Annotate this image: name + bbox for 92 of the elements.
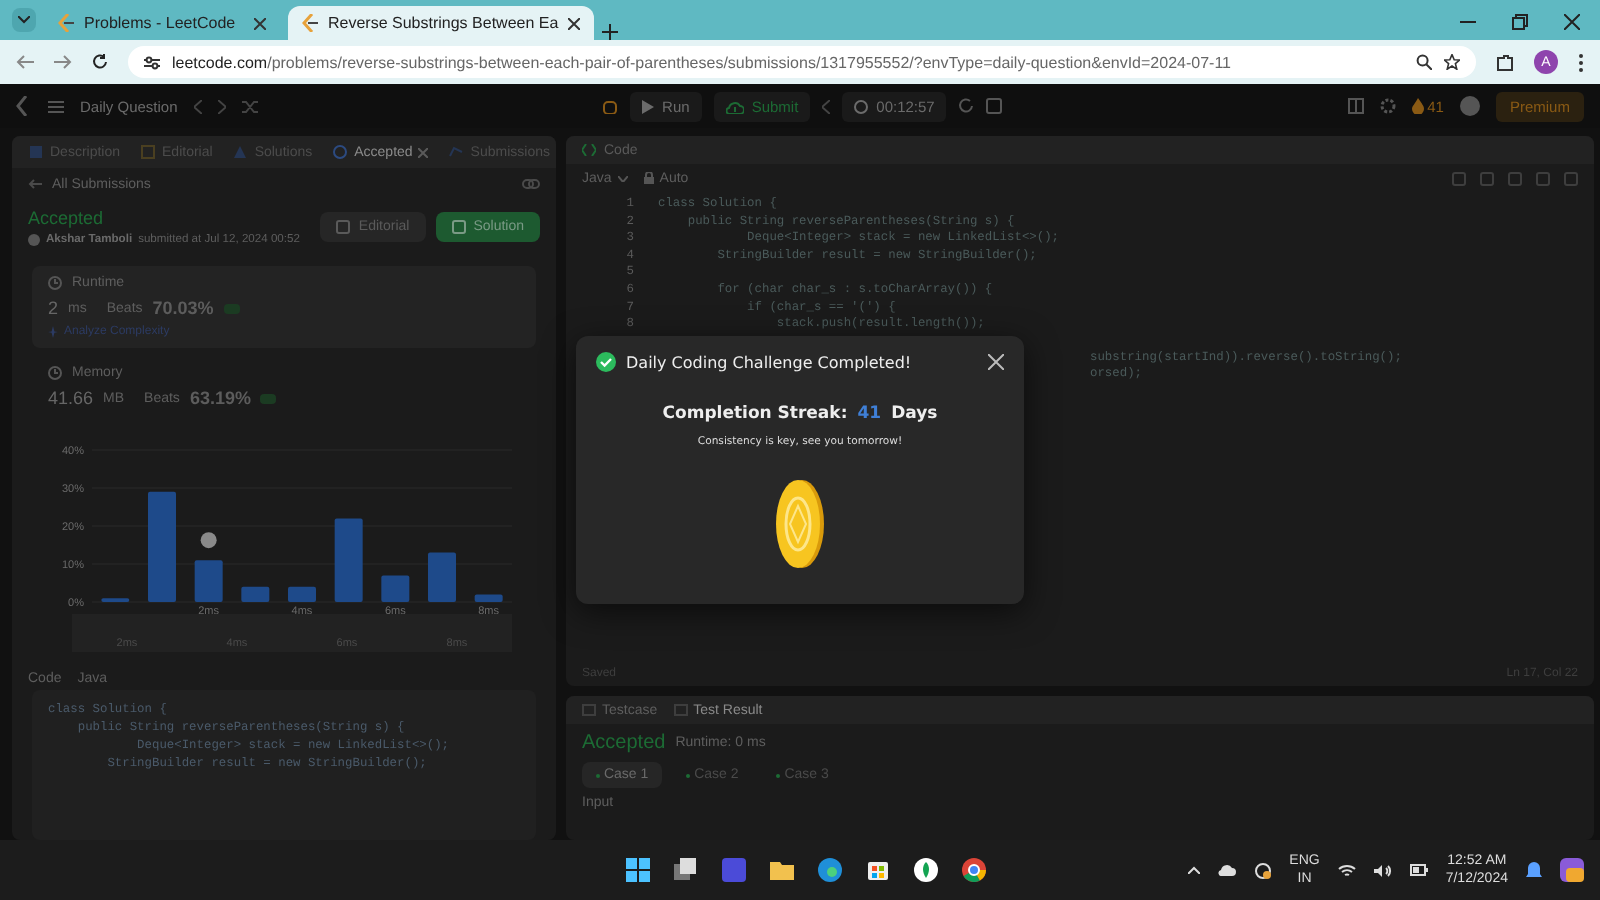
browser-tab[interactable]: Problems - LeetCode <box>44 6 280 40</box>
notification-bell-icon <box>1526 861 1542 879</box>
tab-icon <box>448 144 465 160</box>
app-icon <box>722 858 746 882</box>
chevron-down-icon <box>617 175 628 181</box>
memory-value: 41.66 <box>48 388 94 408</box>
task-view-icon <box>674 858 698 882</box>
address-bar[interactable]: leetcode.com/problems/reverse-substrings-between-each-pair-of-parentheses/submissions/1317955552/?envType=daily-question&envId=2024-07-11 <box>128 46 1476 78</box>
play-icon <box>642 99 655 113</box>
star-icon <box>1444 54 1460 70</box>
memory-icon <box>48 366 62 380</box>
close-icon <box>1564 14 1580 30</box>
tab-icon <box>28 144 44 160</box>
settings-icon <box>1379 98 1396 114</box>
tab-list-button[interactable] <box>12 8 36 32</box>
store-icon <box>866 858 890 882</box>
restore-icon <box>1512 14 1528 30</box>
fire-icon <box>1411 98 1424 114</box>
bar[interactable] <box>241 586 270 602</box>
layout-icon <box>1347 98 1364 114</box>
extensions-icon <box>1496 53 1514 71</box>
result-status: Accepted <box>582 732 666 754</box>
shuffle-icon <box>241 99 258 113</box>
wifi-icon <box>1337 863 1356 877</box>
chevron-down-icon <box>18 16 30 24</box>
tab-icon <box>140 144 157 160</box>
copilot-icon <box>1560 858 1584 882</box>
more-icon <box>1578 53 1584 71</box>
leetcode-logo-icon <box>16 96 32 116</box>
bar[interactable] <box>148 491 176 602</box>
battery-icon <box>1409 864 1428 876</box>
hover-dot <box>200 532 217 549</box>
bar[interactable] <box>428 552 456 602</box>
checkbox-icon <box>582 704 596 716</box>
cloud-upload-icon <box>725 99 744 113</box>
list-icon <box>48 99 64 113</box>
edge-browser-icon <box>818 858 842 882</box>
plus-icon <box>602 24 619 40</box>
weather-icon <box>1253 861 1272 879</box>
runtime-beats-percent: 70.03% <box>152 298 214 318</box>
memory-check-icon <box>260 393 277 403</box>
close-icon[interactable] <box>988 354 1004 370</box>
link-icon <box>522 178 540 190</box>
coin-icon <box>776 478 824 570</box>
reset-icon <box>958 98 975 114</box>
next-icon <box>217 99 226 113</box>
streak-label: Completion Streak: <box>662 404 848 424</box>
cloud-icon <box>1217 864 1236 876</box>
modal-title: Daily Coding Challenge Completed! <box>626 353 912 371</box>
previous-icon <box>193 99 202 113</box>
site-settings-icon <box>144 55 160 69</box>
close-icon <box>254 17 266 29</box>
folder-icon <box>770 858 794 882</box>
tab-icon <box>332 144 349 160</box>
avatar-icon <box>28 234 40 246</box>
close-icon <box>568 17 581 29</box>
stopwatch-icon <box>854 99 869 113</box>
streak-unit: Days <box>891 404 938 424</box>
chrome-browser-icon <box>962 858 986 882</box>
bar[interactable] <box>334 518 363 602</box>
back-arrow-icon <box>16 54 34 70</box>
windows-start-icon <box>626 858 650 882</box>
memory-beats-percent: 63.19% <box>189 388 251 408</box>
bar[interactable] <box>474 594 503 602</box>
streak-count: 41 <box>857 404 882 424</box>
bar[interactable] <box>381 575 410 602</box>
user-avatar[interactable] <box>1459 96 1480 116</box>
code-icon <box>582 144 596 156</box>
forward-arrow-icon <box>54 54 72 70</box>
leetcode-logo-icon <box>302 14 318 32</box>
sparkle-icon <box>48 326 58 338</box>
submission-status: Accepted <box>28 208 106 228</box>
leetcode-logo-icon <box>58 14 74 32</box>
tab-title: Reverse Substrings Between Ea <box>328 14 559 32</box>
bar[interactable] <box>194 560 223 602</box>
browser-tab[interactable]: Reverse Substrings Between Ea <box>288 6 595 40</box>
clock-icon <box>48 276 62 290</box>
tab-title: Problems - LeetCode <box>84 14 238 32</box>
zoom-icon <box>1416 54 1432 70</box>
reload-icon <box>92 54 108 70</box>
previous-icon <box>822 99 831 113</box>
runtime-value: 2 <box>48 298 59 318</box>
runtime-check-icon <box>223 303 240 313</box>
check-circle-icon <box>596 352 616 372</box>
lock-icon <box>643 172 654 184</box>
bar[interactable] <box>288 586 316 602</box>
speaker-icon <box>1373 863 1392 877</box>
leaf-app-icon <box>914 858 938 882</box>
tab-icon <box>232 144 249 160</box>
chevron-up-icon <box>1187 866 1200 874</box>
back-arrow-icon <box>28 178 42 190</box>
url-text: leetcode.com/problems/reverse-substrings-between-each-pair-of-parentheses/submissions/1317955552/?envType=daily-question&envId=2024-07-11 <box>172 53 1232 71</box>
